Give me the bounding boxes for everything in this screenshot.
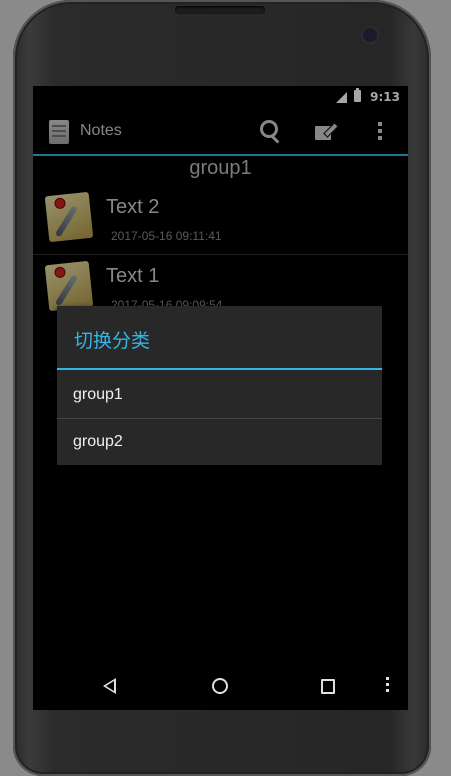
front-camera: [363, 28, 377, 42]
switch-category-dialog: 切换分类 group1 group2: [57, 306, 382, 465]
dialog-divider: [57, 368, 382, 370]
navigation-bar: [33, 662, 408, 710]
dialog-item-group2[interactable]: group2: [57, 419, 382, 465]
dialog-title: 切换分类: [74, 330, 151, 352]
menu-icon[interactable]: [386, 677, 389, 680]
home-icon[interactable]: [212, 678, 228, 694]
dialog-item-group1[interactable]: group1: [57, 372, 382, 419]
device-screen: 9:13 Notes group1 Text 2 2017-05-16 09:1…: [33, 86, 408, 710]
back-icon[interactable]: [103, 678, 116, 694]
recents-icon[interactable]: [321, 679, 335, 694]
earpiece-speaker: [175, 6, 265, 14]
